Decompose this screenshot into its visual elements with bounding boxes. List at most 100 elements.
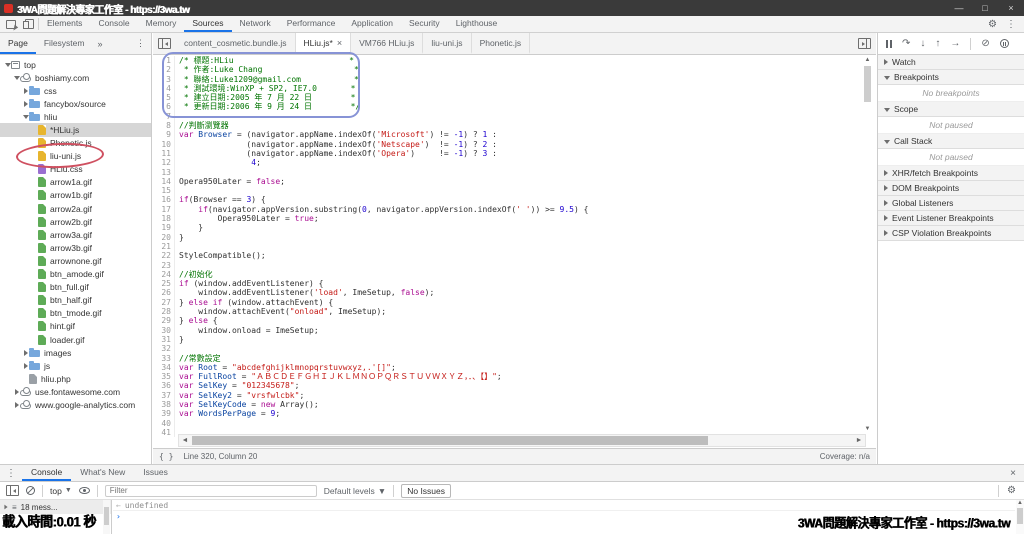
device-toolbar-icon[interactable] <box>25 19 34 29</box>
hide-navigator-icon[interactable] <box>158 38 171 49</box>
navigator-more-icon[interactable]: ⋮ <box>130 33 151 54</box>
tree-item-arrow3a-gif[interactable]: arrow3a.gif <box>0 228 151 241</box>
code-editor[interactable]: 1234567891011121314151617181920212223242… <box>153 55 876 448</box>
tree-item-use-fontawesome-com[interactable]: use.fontawesome.com <box>0 385 151 398</box>
console-sidebar-toggle-icon[interactable] <box>6 485 19 496</box>
tree-item-www-google-analytics-com[interactable]: www.google-analytics.com <box>0 398 151 411</box>
tree-item-arrow1b-gif[interactable]: arrow1b.gif <box>0 189 151 202</box>
tree-item-arrow1a-gif[interactable]: arrow1a.gif <box>0 176 151 189</box>
section-event-listener-breakpoints[interactable]: Event Listener Breakpoints <box>878 211 1024 226</box>
panel-tab-sources[interactable]: Sources <box>184 16 231 32</box>
minimize-button[interactable]: — <box>946 0 972 16</box>
section-watch[interactable]: Watch <box>878 55 1024 70</box>
clear-console-icon[interactable] <box>26 486 35 495</box>
tree-item-fancybox-source[interactable]: fancybox/source <box>0 97 151 110</box>
tree-item-boshiamy-com[interactable]: boshiamy.com <box>0 71 151 84</box>
panel-tab-security[interactable]: Security <box>401 16 448 32</box>
more-options-icon[interactable]: ⋮ <box>1006 19 1016 30</box>
scroll-left-icon[interactable]: ◄ <box>179 437 191 444</box>
section-breakpoints[interactable]: Breakpoints <box>878 70 1024 85</box>
tree-item-css[interactable]: css <box>0 84 151 97</box>
inspect-element-icon[interactable] <box>6 20 16 29</box>
pause-on-exceptions-icon[interactable] <box>1000 39 1009 48</box>
console-sidebar-scrollbar[interactable] <box>103 500 110 534</box>
tree-item-btn-half-gif[interactable]: btn_half.gif <box>0 294 151 307</box>
scroll-up-icon[interactable]: ▲ <box>863 57 872 63</box>
code-token: Array(); <box>275 400 318 409</box>
chevron-down-icon <box>884 140 890 144</box>
tree-item-btn-tmode-gif[interactable]: btn_tmode.gif <box>0 307 151 320</box>
pause-script-icon[interactable] <box>886 40 892 48</box>
tab-filesystem[interactable]: Filesystem <box>36 33 93 54</box>
tree-item-js[interactable]: js <box>0 359 151 372</box>
section-scope[interactable]: Scope <box>878 102 1024 117</box>
tree-item-btn-amode-gif[interactable]: btn_amode.gif <box>0 268 151 281</box>
panel-tab-network[interactable]: Network <box>232 16 279 32</box>
panel-tab-memory[interactable]: Memory <box>138 16 185 32</box>
panel-tab-elements[interactable]: Elements <box>39 16 90 32</box>
tree-item-hliu-css[interactable]: HLiu.css <box>0 163 151 176</box>
tab-issues[interactable]: Issues <box>134 465 177 481</box>
log-levels-selector[interactable]: Default levels▼ <box>324 486 386 496</box>
drawer-menu-icon[interactable]: ⋮ <box>0 465 22 481</box>
tree-item-loader-gif[interactable]: loader.gif <box>0 333 151 346</box>
pretty-print-icon[interactable]: { } <box>159 452 173 461</box>
live-expression-eye-icon[interactable] <box>79 487 90 494</box>
filter-input[interactable] <box>105 485 317 497</box>
panel-tab-application[interactable]: Application <box>343 16 401 32</box>
section-global-listeners[interactable]: Global Listeners <box>878 196 1024 211</box>
deactivate-breakpoints-icon[interactable]: ⊘ <box>981 39 989 49</box>
tree-item-arrow2b-gif[interactable]: arrow2b.gif <box>0 215 151 228</box>
tree-item-liu-uni-js[interactable]: liu-uni.js <box>0 150 151 163</box>
tab-whats-new[interactable]: What's New <box>71 465 134 481</box>
horizontal-scrollbar[interactable]: ◄ ► <box>178 434 866 447</box>
tree-item-top[interactable]: top <box>0 58 151 71</box>
tree-item-arrownone-gif[interactable]: arrownone.gif <box>0 254 151 267</box>
tabs-overflow-icon[interactable]: » <box>92 33 107 54</box>
close-button[interactable]: × <box>998 0 1024 16</box>
tree-item-arrow3b-gif[interactable]: arrow3b.gif <box>0 241 151 254</box>
editor-tab-phonetic-js[interactable]: Phonetic.js <box>472 33 531 54</box>
vertical-scrollbar[interactable]: ▲ ▼ <box>863 57 872 432</box>
tab-page[interactable]: Page <box>0 33 36 54</box>
vscroll-thumb[interactable] <box>864 66 871 102</box>
settings-gear-icon[interactable]: ⚙ <box>988 19 997 30</box>
section-call-stack[interactable]: Call Stack <box>878 134 1024 149</box>
tree-item-arrow2a-gif[interactable]: arrow2a.gif <box>0 202 151 215</box>
step-out-icon[interactable]: ↑ <box>935 39 940 49</box>
step-over-icon[interactable]: ↷ <box>902 39 910 49</box>
issues-counter-chip[interactable]: No Issues <box>401 484 451 498</box>
tree-item-btn-full-gif[interactable]: btn_full.gif <box>0 281 151 294</box>
tab-close-icon[interactable]: × <box>337 38 342 48</box>
section-xhr-fetch-breakpoints[interactable]: XHR/fetch Breakpoints <box>878 166 1024 181</box>
scroll-right-icon[interactable]: ► <box>853 437 865 444</box>
tree-item-hliu[interactable]: hliu <box>0 110 151 123</box>
step-icon[interactable]: → <box>950 39 960 49</box>
tab-console[interactable]: Console <box>22 465 71 481</box>
close-drawer-icon[interactable]: × <box>1002 465 1024 481</box>
code-token: var <box>179 130 193 139</box>
tree-item--hliu-js[interactable]: *HLiu.js <box>0 123 151 136</box>
tree-item-images[interactable]: images <box>0 346 151 359</box>
panel-tab-lighthouse[interactable]: Lighthouse <box>448 16 506 32</box>
scroll-down-icon[interactable]: ▼ <box>863 426 872 432</box>
tree-item-hint-gif[interactable]: hint.gif <box>0 320 151 333</box>
section-dom-breakpoints[interactable]: DOM Breakpoints <box>878 181 1024 196</box>
line-number: 21 <box>153 242 174 251</box>
section-csp-violation-breakpoints[interactable]: CSP Violation Breakpoints <box>878 226 1024 241</box>
maximize-button[interactable]: □ <box>972 0 998 16</box>
tree-item-hliu-php[interactable]: hliu.php <box>0 372 151 385</box>
panel-tab-console[interactable]: Console <box>90 16 137 32</box>
hide-debugger-icon[interactable] <box>858 38 871 49</box>
editor-tab-liu-uni-js[interactable]: liu-uni.js <box>423 33 471 54</box>
console-settings-gear-icon[interactable]: ⚙ <box>1007 485 1016 496</box>
editor-tab-content-cosmetic-bundle-js[interactable]: content_cosmetic.bundle.js <box>176 33 296 54</box>
step-into-icon[interactable]: ↓ <box>920 39 925 49</box>
console-scrollbar[interactable]: ▲ <box>1016 500 1024 534</box>
context-selector[interactable]: top▼ <box>50 486 72 496</box>
tree-item-phonetic-js[interactable]: Phonetic.js <box>0 137 151 150</box>
editor-tab-hliu-js-[interactable]: HLiu.js*× <box>296 33 352 54</box>
editor-tab-vm766-hliu-js[interactable]: VM766 HLiu.js <box>351 33 423 54</box>
hscroll-thumb[interactable] <box>192 436 708 445</box>
panel-tab-performance[interactable]: Performance <box>279 16 344 32</box>
